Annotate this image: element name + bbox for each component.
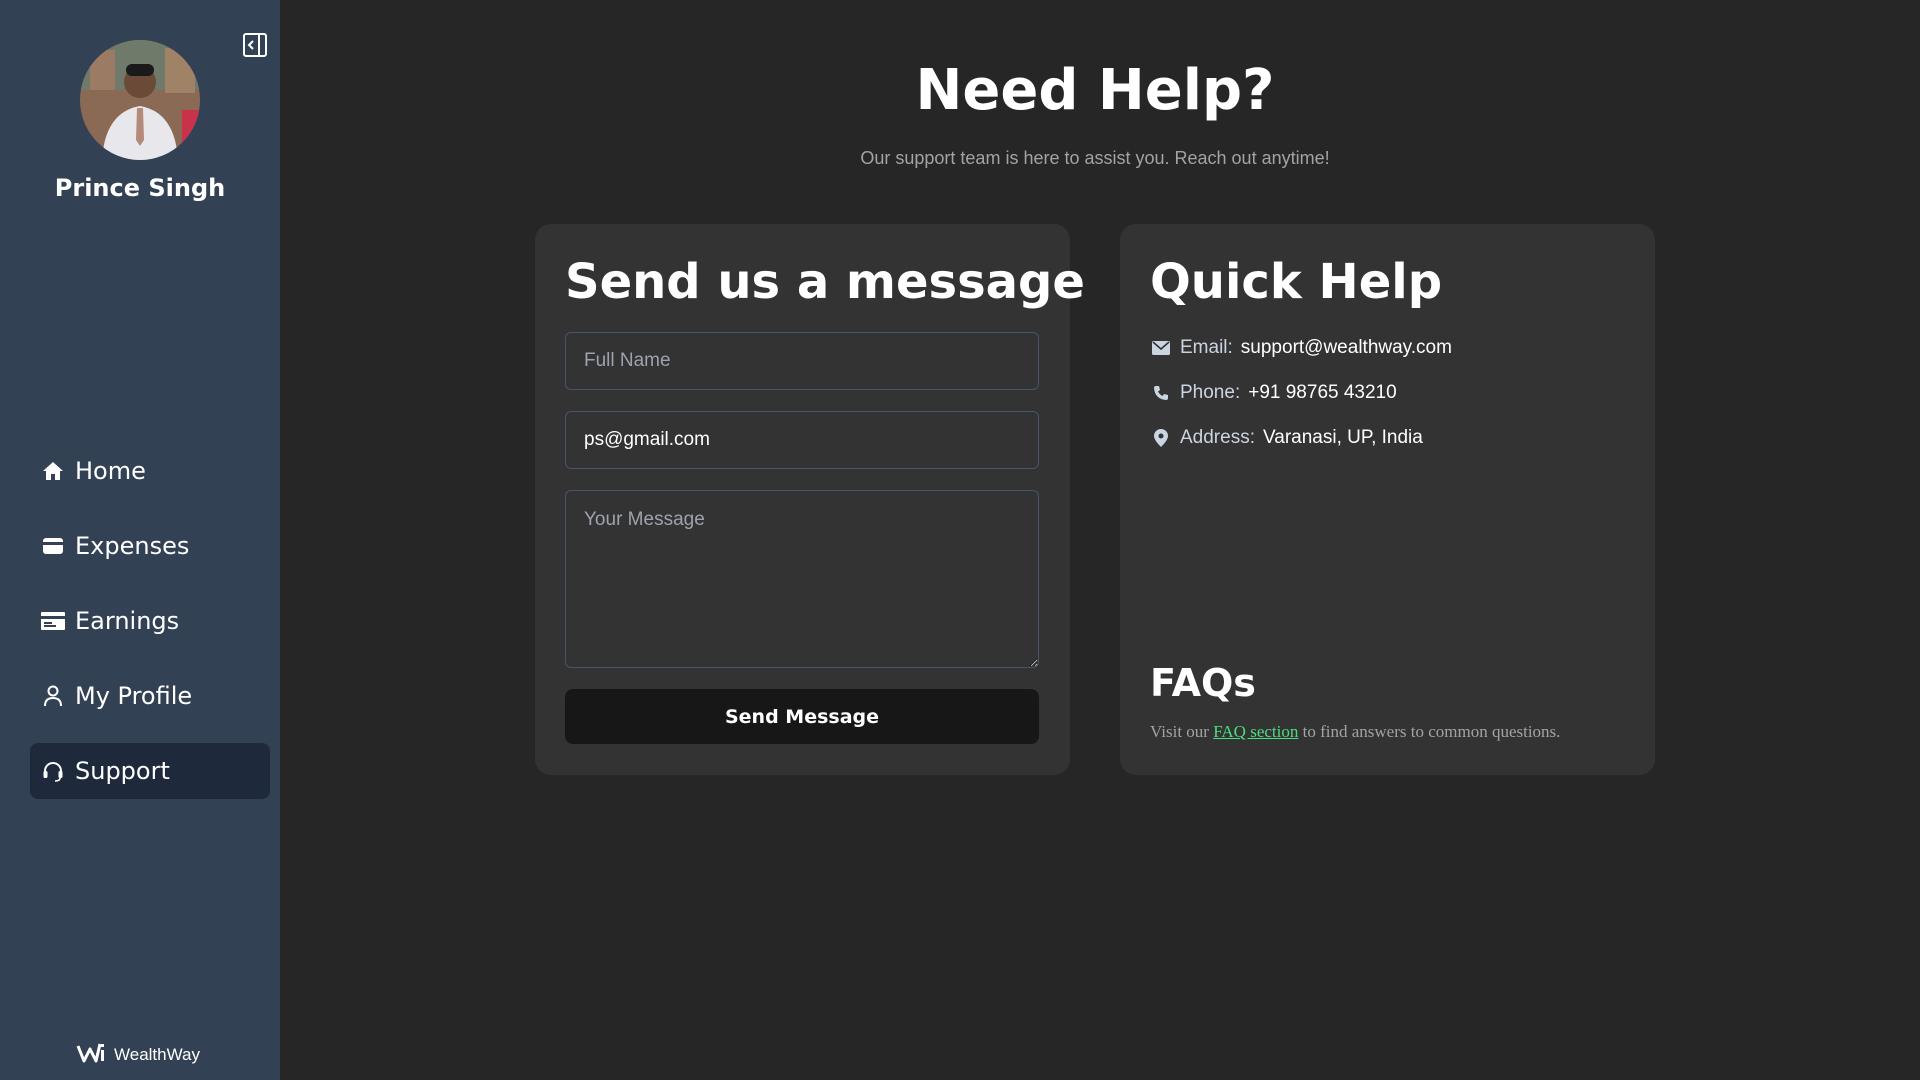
brand-name: WealthWay [114,1045,200,1064]
sidebar-item-expenses[interactable]: Expenses [30,518,270,574]
sidebar-item-label: My Profile [75,682,193,710]
email-label: Email: [1180,337,1233,358]
sidebar-item-my-profile[interactable]: My Profile [30,668,270,724]
faq-title: FAQs [1150,661,1256,705]
page-subtitle: Our support team is here to assist you. … [860,148,1330,168]
sidebar: Prince Singh Home Expenses Earnings My P… [0,0,280,1080]
full-name-input[interactable] [565,332,1039,390]
send-message-button[interactable]: Send Message [565,689,1039,744]
wallet-icon [40,533,66,559]
quick-help-card: Quick Help Email: support@wealthway.com … [1120,224,1655,775]
envelope-icon [1150,337,1172,359]
message-form-card: Send us a message Send Message [535,224,1085,775]
faq-description: Visit our FAQ section to find answers to… [1150,722,1560,742]
home-icon [40,458,66,484]
headset-icon [40,758,66,784]
sidebar-item-home[interactable]: Home [30,443,270,499]
faq-section-link[interactable]: FAQ section [1213,722,1298,741]
sidebar-item-label: Support [75,757,170,785]
collapse-sidebar-icon[interactable] [241,31,269,59]
faq-prefix: Visit our [1150,722,1214,741]
message-form-title: Send us a message [565,254,1085,310]
sidebar-item-label: Earnings [75,607,180,635]
support-phone[interactable]: +91 98765 43210 [1248,382,1396,404]
wealthway-logo-icon [76,1041,106,1069]
avatar [80,40,200,160]
contact-phone-row: Phone: +91 98765 43210 [1150,378,1397,408]
contact-email-row: Email: support@wealthway.com [1150,333,1452,363]
map-pin-icon [1150,427,1172,449]
sidebar-item-earnings[interactable]: Earnings [30,593,270,649]
address-label: Address: [1180,427,1255,448]
sidebar-item-label: Expenses [75,532,190,560]
user-name: Prince Singh [54,174,226,202]
sidebar-item-label: Home [75,457,146,485]
credit-card-icon [40,608,66,634]
message-textarea[interactable] [565,490,1039,668]
brand-logo: WealthWay [76,1040,200,1070]
faq-suffix: to find answers to common questions. [1298,722,1561,741]
user-icon [40,683,66,709]
sidebar-nav: Home Expenses Earnings My Profile Suppor… [30,443,270,818]
phone-label: Phone: [1180,382,1241,403]
phone-icon [1150,382,1172,404]
sidebar-item-support[interactable]: Support [30,743,270,799]
support-email[interactable]: support@wealthway.com [1241,337,1452,359]
page-title: Need Help? [915,58,1275,123]
support-address: Varanasi, UP, India [1262,427,1423,448]
contact-address-row: Address: Varanasi, UP, India [1150,423,1423,453]
email-input[interactable] [565,411,1039,469]
quick-help-title: Quick Help [1150,254,1443,310]
